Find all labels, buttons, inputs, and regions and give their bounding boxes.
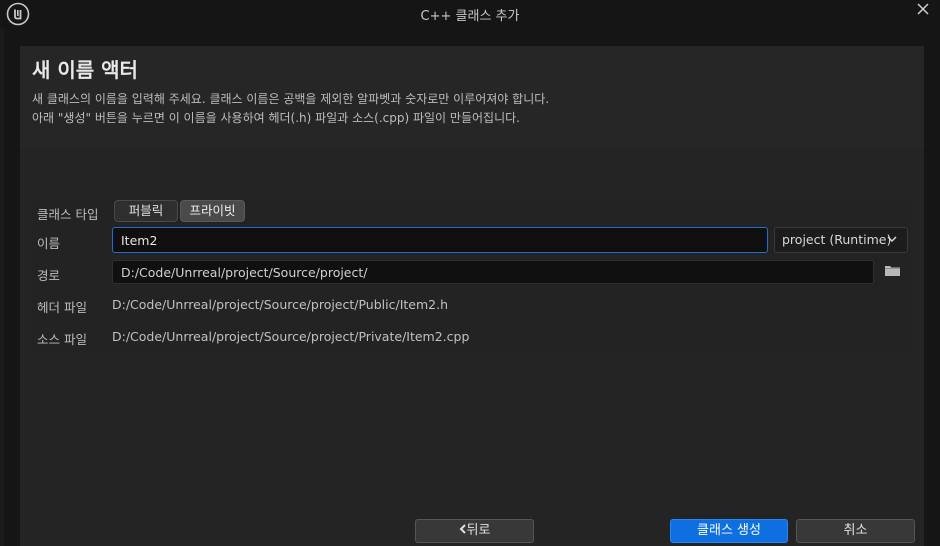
close-icon xyxy=(917,3,929,15)
class-type-public-toggle[interactable]: 퍼블릭 xyxy=(114,200,178,222)
window-title: C++ 클래스 추가 xyxy=(420,9,520,24)
close-button[interactable] xyxy=(912,0,934,20)
add-cpp-class-window: C++ 클래스 추가 새 이름 액터 새 클래스의 이름을 입력해 주세요. 클… xyxy=(0,0,940,546)
chevron-down-icon xyxy=(887,236,897,243)
module-select[interactable]: project (Runtime) xyxy=(774,227,908,253)
description-line-1: 새 클래스의 이름을 입력해 주세요. 클래스 이름은 공백을 제외한 알파벳과… xyxy=(32,92,550,106)
cancel-button[interactable]: 취소 xyxy=(796,519,915,543)
class-form: 클래스 타입 퍼블릭 프라이빗 이름 project (Runtime) 경로 … xyxy=(30,194,914,354)
description-line-2: 아래 "생성" 버튼을 누르면 이 이름을 사용하여 헤더(.h) 파일과 소스… xyxy=(32,111,520,125)
page-title: 새 이름 액터 xyxy=(32,58,138,82)
class-name-input[interactable] xyxy=(112,227,768,253)
class-type-private-toggle[interactable]: 프라이빗 xyxy=(180,200,245,222)
back-button-label: 뒤로 xyxy=(466,523,491,538)
side-strip xyxy=(0,28,4,546)
path-input[interactable] xyxy=(112,260,874,284)
name-label: 이름 xyxy=(37,236,61,251)
browse-folder-button[interactable] xyxy=(884,263,902,281)
title-bar: C++ 클래스 추가 xyxy=(0,0,940,28)
create-class-button[interactable]: 클래스 생성 xyxy=(670,519,788,543)
path-label: 경로 xyxy=(37,268,61,283)
dialog-content: 새 이름 액터 새 클래스의 이름을 입력해 주세요. 클래스 이름은 공백을 … xyxy=(20,46,924,546)
chevron-left-icon xyxy=(459,524,466,534)
back-button[interactable]: 뒤로 xyxy=(415,519,534,543)
module-select-value: project (Runtime) xyxy=(782,232,892,247)
header-section: 새 이름 액터 새 클래스의 이름을 입력해 주세요. 클래스 이름은 공백을 … xyxy=(20,46,924,148)
source-file-path: D:/Code/Unrreal/project/Source/project/P… xyxy=(112,329,470,344)
folder-icon xyxy=(885,266,900,276)
class-type-label: 클래스 타입 xyxy=(37,207,99,222)
header-file-label: 헤더 파일 xyxy=(37,300,87,315)
source-file-label: 소스 파일 xyxy=(37,332,87,347)
header-file-path: D:/Code/Unrreal/project/Source/project/P… xyxy=(112,297,448,312)
